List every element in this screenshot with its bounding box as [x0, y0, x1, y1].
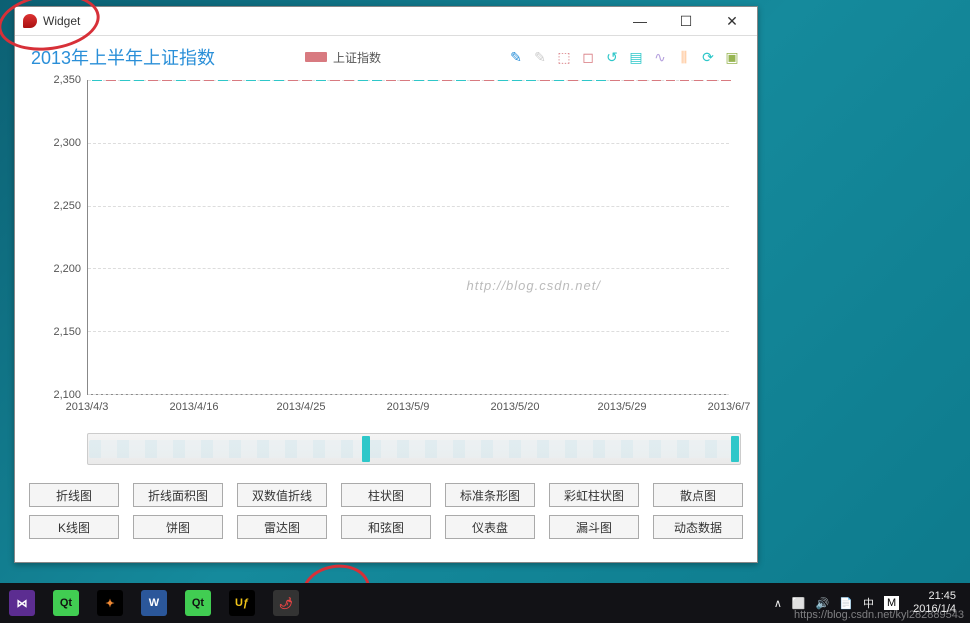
y-tick-label: 2,150: [53, 326, 81, 338]
maximize-button[interactable]: ☐: [663, 7, 709, 35]
chart-panel: 2013年上半年上证指数 上证指数 ✎ ✎ ⬚ ◻ ↺ ▤ ∿ ⫼ ⟳ ▣ 2,100 2,150 2…: [15, 36, 757, 475]
x-tick-label: 2013/5/20: [491, 401, 540, 413]
chart-type-button[interactable]: 动态数据: [653, 515, 743, 539]
x-axis: 2013/4/32013/4/162013/4/252013/5/92013/5…: [87, 401, 729, 417]
x-tick-label: 2013/5/9: [387, 401, 430, 413]
y-tick-label: 2,200: [53, 263, 81, 275]
close-button[interactable]: ✕: [709, 7, 755, 35]
x-tick-label: 2013/4/3: [66, 401, 109, 413]
tray-chevron-icon[interactable]: ∧: [774, 597, 782, 610]
chart-type-button[interactable]: 柱状图: [341, 483, 431, 507]
save-icon[interactable]: ▣: [723, 48, 741, 66]
desktop: Widget — ☐ ✕ 2013年上半年上证指数 上证指数 ✎ ✎ ⬚ ◻ ↺ ▤ ∿ ⫼ ⟳…: [0, 0, 970, 623]
y-tick-label: 2,300: [53, 137, 81, 149]
legend-label: 上证指数: [333, 49, 381, 66]
tray-volume-icon[interactable]: 🔊: [816, 597, 830, 610]
chart-type-button[interactable]: 漏斗图: [549, 515, 639, 539]
x-tick-label: 2013/4/25: [277, 401, 326, 413]
app-icon[interactable]: 🌶: [264, 583, 308, 623]
chart-type-button[interactable]: 散点图: [653, 483, 743, 507]
y-tick-label: 2,350: [53, 74, 81, 86]
tray-action-icon[interactable]: 📄: [839, 597, 853, 610]
chart-type-button[interactable]: 双数值折线: [237, 483, 327, 507]
zoom-back-icon[interactable]: ↺: [603, 48, 621, 66]
chart-type-button[interactable]: 雷达图: [237, 515, 327, 539]
y-axis: 2,1002,1502,2002,2502,3002,350: [31, 80, 87, 395]
legend-marker-icon: [305, 52, 327, 62]
app-window: Widget — ☐ ✕ 2013年上半年上证指数 上证指数 ✎ ✎ ⬚ ◻ ↺ ▤ ∿ ⫼ ⟳…: [14, 6, 758, 563]
chart-legend[interactable]: 上证指数: [305, 49, 381, 66]
chart-type-button[interactable]: 和弦图: [341, 515, 431, 539]
title-bar[interactable]: Widget — ☐ ✕: [15, 7, 757, 36]
rect-zoom-icon[interactable]: ◻: [579, 48, 597, 66]
zoom-handle-left[interactable]: [362, 436, 370, 462]
zoom-handle-right[interactable]: [731, 436, 739, 462]
chart-type-button[interactable]: 彩虹柱状图: [549, 483, 639, 507]
chart-type-button[interactable]: 折线图: [29, 483, 119, 507]
chart-type-button[interactable]: K线图: [29, 515, 119, 539]
clock-time: 21:45: [913, 590, 956, 603]
vs-icon[interactable]: ⋈: [0, 583, 44, 623]
chart-type-button[interactable]: 折线面积图: [133, 483, 223, 507]
chart-type-button[interactable]: 标准条形图: [445, 483, 535, 507]
chart-title: 2013年上半年上证指数: [31, 44, 215, 70]
plot-area[interactable]: 2,1002,1502,2002,2502,3002,350 2013/4/32…: [31, 80, 741, 425]
app-chili-icon: [23, 14, 37, 28]
chart-type-button[interactable]: 饼图: [133, 515, 223, 539]
data-icon[interactable]: ▤: [627, 48, 645, 66]
x-tick-label: 2013/5/29: [598, 401, 647, 413]
window-title: Widget: [43, 14, 617, 28]
bar-chart-icon[interactable]: ⫼: [675, 48, 693, 66]
ue-icon[interactable]: Uƒ: [220, 583, 264, 623]
tray-network-icon[interactable]: ⬜: [792, 597, 806, 610]
edit-icon[interactable]: ✎: [507, 48, 525, 66]
chart-type-button[interactable]: 仪表盘: [445, 515, 535, 539]
minimize-button[interactable]: —: [617, 7, 663, 35]
zoom-reset-icon[interactable]: ✎: [531, 48, 549, 66]
line-chart-icon[interactable]: ∿: [651, 48, 669, 66]
candle-series: [87, 80, 729, 395]
chart-toolbox: ✎ ✎ ⬚ ◻ ↺ ▤ ∿ ⫼ ⟳ ▣: [507, 48, 741, 66]
chili-icon[interactable]: ✦: [88, 583, 132, 623]
button-panel: 折线图折线面积图双数值折线柱状图标准条形图彩虹柱状图散点图 K线图饼图雷达图和弦…: [15, 483, 757, 549]
data-view-icon[interactable]: ⬚: [555, 48, 573, 66]
word-icon[interactable]: W: [132, 583, 176, 623]
x-tick-label: 2013/4/16: [170, 401, 219, 413]
qt2-icon[interactable]: Qt: [176, 583, 220, 623]
restore-icon[interactable]: ⟳: [699, 48, 717, 66]
chart-watermark: http://blog.csdn.net/: [467, 278, 601, 293]
data-zoom-slider[interactable]: [87, 433, 741, 465]
qt-icon[interactable]: Qt: [44, 583, 88, 623]
x-tick-label: 2013/6/7: [708, 401, 751, 413]
tray-m-icon[interactable]: M: [884, 596, 899, 610]
page-watermark: https://blog.csdn.net/kyl282889543: [794, 609, 964, 621]
y-tick-label: 2,250: [53, 200, 81, 212]
y-tick-label: 2,100: [53, 389, 81, 401]
